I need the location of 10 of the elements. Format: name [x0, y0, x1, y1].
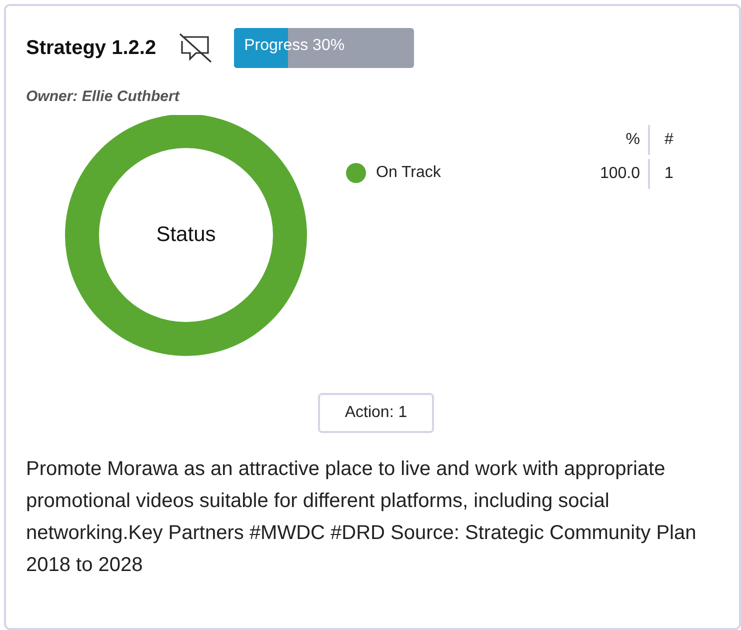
owner-label: Owner: Ellie Cuthbert	[26, 88, 181, 105]
chart-title: Status	[155, 223, 217, 247]
column-header: %	[624, 130, 641, 150]
description: Promote Morawa as an attractive place to live and work with appropriate promotional videos suitable for different platforms, including social networking.Key Partners #MWDC #DRD Source: Strategic Community Plan 2018 to 2028	[26, 457, 698, 578]
action-button[interactable]: Action: 1	[318, 393, 434, 433]
legend-label: On Track	[376, 164, 441, 182]
column-header: #	[648, 125, 688, 155]
percent-cell-text: 100.0	[598, 164, 641, 184]
card-title: Strategy 1.2.2	[26, 36, 156, 60]
count-cell: 1	[648, 159, 688, 189]
